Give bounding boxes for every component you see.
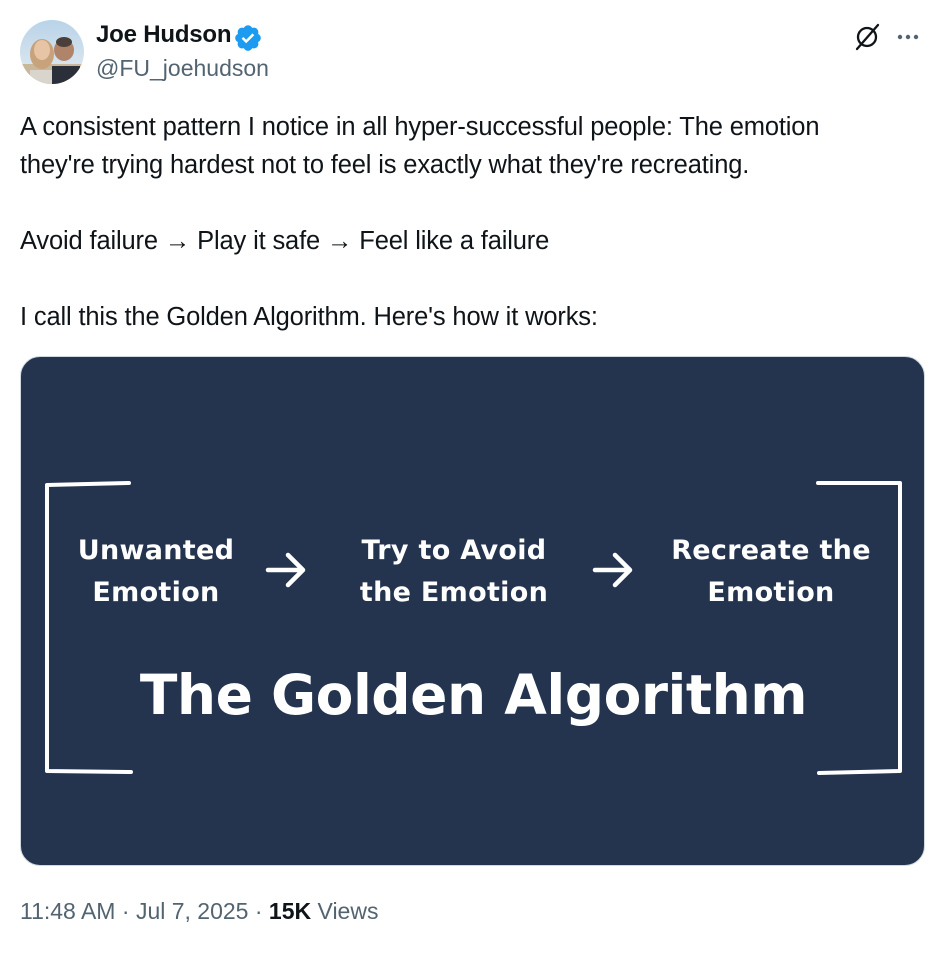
tweet-text-line: A consistent pattern I notice in all hyp… <box>20 113 820 141</box>
author-name[interactable]: Joe Hudson <box>96 20 232 50</box>
flow-step-text: Recreate the <box>671 535 871 566</box>
tweet-text-line: I call this the Golden Algorithm. Here's… <box>20 303 598 331</box>
views-count: 15K <box>268 898 312 924</box>
tweet-meta: 11:48 AM · Jul 7, 2025 · 15K Views <box>20 896 378 926</box>
flow-step-text: Emotion <box>92 577 220 608</box>
left-bracket-graphic <box>45 481 133 774</box>
golden-algorithm-title: The Golden Algorithm <box>139 663 808 727</box>
arrow-right-icon <box>592 552 633 588</box>
verified-badge-icon[interactable] <box>233 23 263 53</box>
author-handle[interactable]: @FU_joehudson <box>96 54 269 82</box>
tweet: Joe Hudson @FU_joehudson A consistent pa… <box>0 0 938 954</box>
flow-step-text: Unwanted <box>77 535 235 566</box>
arrow-right-icon <box>265 552 306 588</box>
flow-step-try-to-avoid: Try to Avoid the Emotion <box>341 530 567 614</box>
avatar-photo <box>20 20 84 84</box>
right-bracket-graphic <box>816 481 902 775</box>
tweet-media-image[interactable]: Unwanted Emotion Try to Avoid the Emotio… <box>20 356 925 866</box>
flow-step-unwanted-emotion: Unwanted Emotion <box>51 530 261 614</box>
flow-step-text: Emotion <box>707 577 835 608</box>
meta-separator: · <box>254 898 263 924</box>
flow-step-recreate-emotion: Recreate the Emotion <box>656 530 886 614</box>
tweet-text: A consistent pattern I notice in all hyp… <box>20 108 925 336</box>
views-label: Views <box>317 898 379 924</box>
tweet-text-line: Avoid failure → Play it safe → Feel like… <box>20 227 550 255</box>
tweet-time: 11:48 AM <box>20 898 116 924</box>
flow-step-text: Try to Avoid <box>361 535 547 566</box>
tweet-text-line: they're trying hardest not to feel is ex… <box>20 151 750 179</box>
tweet-date: Jul 7, 2025 <box>135 898 249 924</box>
meta-separator: · <box>121 898 130 924</box>
grok-icon[interactable] <box>852 22 882 52</box>
more-icon[interactable] <box>893 22 923 52</box>
avatar[interactable] <box>20 20 84 84</box>
flow-step-text: the Emotion <box>359 577 549 608</box>
tweet-timestamp[interactable]: 11:48 AM · Jul 7, 2025 <box>20 898 248 924</box>
